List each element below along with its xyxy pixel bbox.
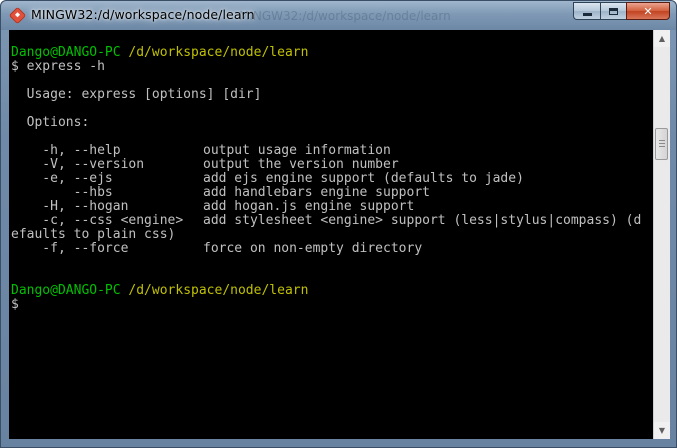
option-flag: -e, --ejs — [11, 171, 113, 186]
close-icon: ✕ — [643, 4, 653, 18]
window-title-reflection: MINGW32:/d/workspace/node/learn — [239, 9, 451, 23]
terminal-output[interactable]: Dango@DANGO-PC /d/workspace/node/learn $… — [9, 30, 653, 439]
options-header: Options: — [11, 115, 90, 130]
grip-line — [659, 140, 665, 141]
prompt-user: Dango@DANGO-PC — [11, 45, 121, 60]
usage-line: Usage: express [options] [dir] — [11, 87, 262, 102]
option-desc: add handlebars engine support — [203, 185, 430, 200]
option-desc: output usage information — [203, 143, 391, 158]
scroll-up-icon: ▲ — [658, 34, 666, 43]
scroll-down-icon: ▼ — [658, 426, 666, 435]
minimize-button[interactable] — [573, 2, 600, 20]
prompt-user: Dango@DANGO-PC — [11, 283, 121, 298]
scrollbar-thumb[interactable] — [655, 128, 668, 160]
option-flag: -f, --force — [11, 241, 129, 256]
window-controls: ✕ — [573, 2, 670, 21]
vertical-scrollbar[interactable]: ▲ ▼ — [653, 30, 670, 439]
minimize-icon — [582, 12, 592, 16]
maximize-button[interactable] — [600, 2, 626, 20]
input-prompt[interactable]: $ — [11, 298, 19, 312]
option-desc: add ejs engine support (defaults to jade… — [203, 171, 524, 186]
option-flag: -h, --help — [11, 143, 121, 158]
prompt-path: /d/workspace/node/learn — [128, 45, 309, 60]
git-icon[interactable]: ◆ — [8, 6, 27, 25]
command-line: $ express -h — [11, 59, 105, 74]
option-desc: output the version number — [203, 157, 399, 172]
option-flag: -V, --version — [11, 157, 145, 172]
grip-line — [659, 143, 665, 144]
close-button[interactable]: ✕ — [626, 2, 670, 20]
maximize-icon — [609, 7, 618, 15]
option-desc: add stylesheet <engine> support (less|st… — [203, 213, 642, 228]
prompt-path: /d/workspace/node/learn — [128, 283, 309, 298]
option-desc: force on non-empty directory — [203, 241, 423, 256]
scroll-down-button[interactable]: ▼ — [654, 422, 670, 439]
terminal-window: ◆ MINGW32:/d/workspace/node/learn MINGW3… — [0, 0, 677, 448]
option-desc: add hogan.js engine support — [203, 199, 415, 214]
prompt-line: Dango@DANGO-PC /d/workspace/node/learn — [11, 284, 308, 298]
option-flag: --hbs — [11, 185, 113, 200]
prompt-line: Dango@DANGO-PC /d/workspace/node/learn — [11, 46, 308, 60]
option-flag: -H, --hogan — [11, 199, 129, 214]
window-title: MINGW32:/d/workspace/node/learn — [31, 7, 255, 22]
wrapped-line: efaults to plain css) — [11, 227, 176, 242]
grip-line — [659, 146, 665, 147]
title-bar[interactable]: ◆ MINGW32:/d/workspace/node/learn MINGW3… — [1, 1, 676, 30]
scroll-up-button[interactable]: ▲ — [654, 30, 670, 47]
option-flag: -c, --css <engine> — [11, 213, 184, 228]
